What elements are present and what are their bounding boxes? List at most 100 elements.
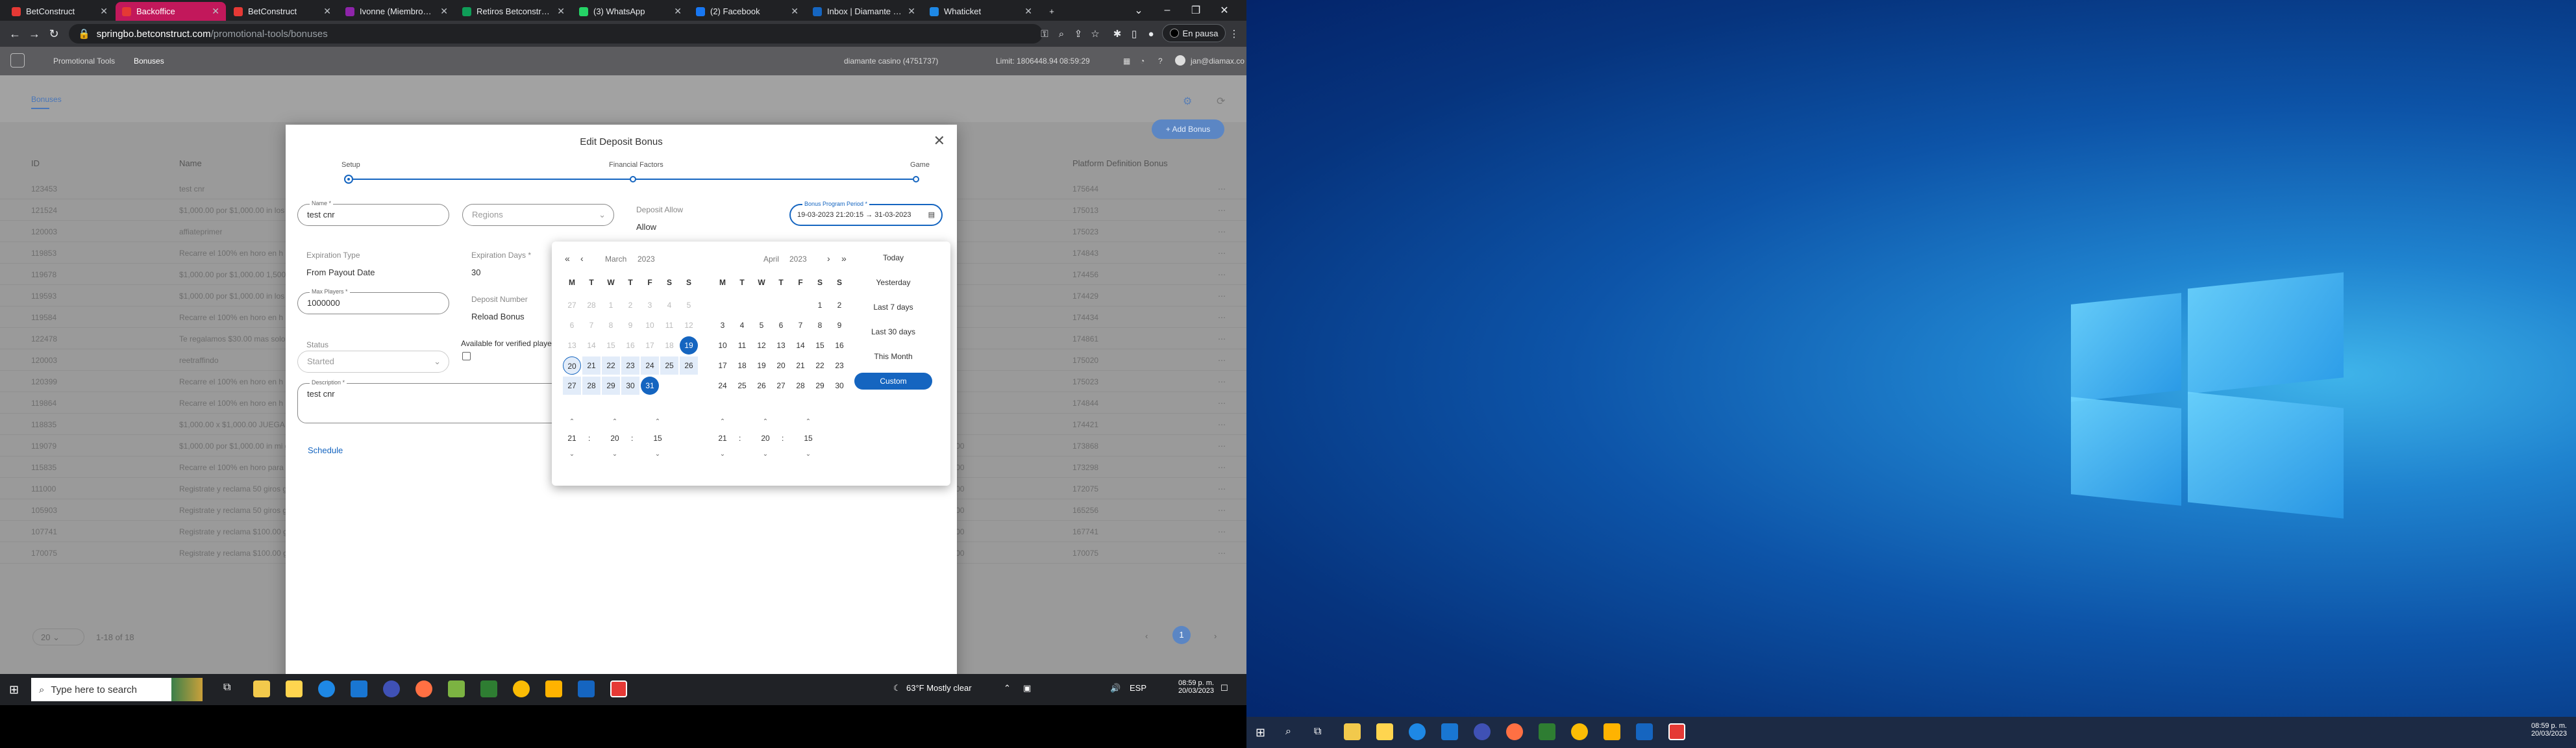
row-actions-icon[interactable]: ⋯ [1218,206,1226,215]
col-name[interactable]: Name [179,158,202,168]
max-players-field[interactable]: Max Players * 1000000 [297,288,449,314]
preset-this-month[interactable]: This Month [854,352,932,361]
edge-icon[interactable] [1409,723,1426,740]
right-clock[interactable]: 08:59 p. m. 20/03/2023 [2512,722,2567,738]
calendar-day[interactable]: 30 [621,377,639,395]
row-actions-icon[interactable]: ⋯ [1218,463,1226,472]
calendar-day[interactable]: 19 [752,356,771,375]
user-email[interactable]: jan@diamax.co [1191,56,1245,66]
col-platform-definition[interactable]: Platform Definition Bonus [1072,158,1168,168]
calendar-day[interactable]: 27 [772,377,790,395]
calendar-day[interactable]: 2 [830,296,848,314]
vscode-icon[interactable] [578,680,595,697]
calendar-day[interactable]: 18 [660,336,678,355]
calendar-day[interactable]: 12 [752,336,771,355]
time-down-icon[interactable]: ⌄ [756,451,775,458]
app-icon-3[interactable] [545,680,562,697]
verified-checkbox[interactable] [462,352,471,360]
chrome-active-icon[interactable] [1668,723,1685,740]
calendar-day[interactable]: 14 [791,336,810,355]
chrome-icon[interactable] [513,680,530,697]
step-dot-financial[interactable] [630,176,636,182]
partner-selector[interactable]: diamante casino (4751737) [844,56,938,66]
url-field[interactable]: 🔒 springbo.betconstruct.com/promotional-… [69,24,1043,44]
calendar-day[interactable]: 2 [621,296,639,314]
deposit-allow-value[interactable]: Allow [636,222,656,232]
store-icon[interactable] [286,680,303,697]
mail-icon[interactable] [351,680,367,697]
calendar-day[interactable]: 29 [811,377,829,395]
share-icon[interactable]: ⇪ [1070,25,1087,42]
calendar-day[interactable]: 10 [713,336,732,355]
calendar-day[interactable]: 1 [602,296,620,314]
step-setup[interactable]: Setup [341,161,360,169]
page-size-select[interactable]: 20 ⌄ [32,629,84,645]
schedule-link[interactable]: Schedule [308,445,343,455]
grid-menu-icon[interactable] [10,53,25,68]
step-dot-game[interactable] [913,176,919,182]
deposit-number-value[interactable]: Reload Bonus [471,312,525,321]
calendar-day[interactable]: 7 [791,316,810,334]
calendar-day[interactable]: 6 [772,316,790,334]
preset-custom[interactable]: Custom [854,373,932,390]
browser-tab[interactable]: BetConstruct ✕ [227,2,338,21]
calendar-day[interactable]: 28 [582,377,601,395]
row-actions-icon[interactable]: ⋯ [1218,506,1226,515]
left-month[interactable]: March [605,255,626,264]
maximize-icon[interactable]: ❐ [1182,0,1210,21]
page-number[interactable]: 1 [1172,626,1191,644]
calendar-day[interactable]: 20 [772,356,790,375]
preset-last-30-days[interactable]: Last 30 days [854,327,932,336]
col-id[interactable]: ID [31,158,40,168]
row-actions-icon[interactable]: ⋯ [1218,420,1226,429]
time-value[interactable]: 20 [756,434,775,443]
time-up-icon[interactable]: ⌃ [605,418,625,425]
browser-tab[interactable]: Whaticket ✕ [923,2,1039,21]
settings-icon[interactable]: ⚙ [1183,95,1192,108]
weather-text[interactable]: 63°F Mostly clear [906,683,972,693]
calendar-day[interactable]: 25 [660,356,678,375]
file-explorer-icon[interactable] [1344,723,1361,740]
time-value[interactable]: 21 [713,434,732,443]
tab-close-icon[interactable]: ✕ [323,6,331,17]
menu-icon[interactable]: ⋮ [1226,25,1243,42]
speaker-icon[interactable]: 🔊 [1110,683,1121,693]
extension-icon[interactable]: ✱ [1109,25,1126,42]
row-actions-icon[interactable]: ⋯ [1218,442,1226,451]
tab-close-icon[interactable]: ✕ [100,6,108,17]
forward-icon[interactable]: → [25,27,44,41]
preset-last-7-days[interactable]: Last 7 days [854,303,932,312]
tab-close-icon[interactable]: ✕ [908,6,915,17]
key-icon[interactable]: ⚿ [1036,25,1053,42]
next-year-icon[interactable]: » [841,253,847,264]
calendar-day[interactable]: 3 [641,296,659,314]
calendar-day[interactable]: 15 [811,336,829,355]
calendar-day[interactable]: 26 [680,356,698,375]
refresh-icon[interactable]: ⟳ [1217,95,1225,108]
tab-close-icon[interactable]: ✕ [1024,6,1032,17]
time-down-icon[interactable]: ⌄ [562,451,582,458]
right-month[interactable]: April [763,255,779,264]
time-down-icon[interactable]: ⌄ [713,451,732,458]
section-tab-bonuses[interactable]: Bonuses [31,95,62,104]
time-value[interactable]: 21 [562,434,582,443]
time-down-icon[interactable]: ⌄ [605,451,625,458]
browser-tab[interactable]: (2) Facebook ✕ [689,2,805,21]
tab-close-icon[interactable]: ✕ [791,6,799,17]
expiration-days-value[interactable]: 30 [471,268,480,277]
time-up-icon[interactable]: ⌃ [756,418,775,425]
calendar-day[interactable]: 8 [602,316,620,334]
calendar-day[interactable]: 24 [641,356,659,375]
firefox-icon[interactable] [415,680,432,697]
row-actions-icon[interactable]: ⋯ [1218,484,1226,493]
star-icon[interactable]: ☆ [1087,25,1104,42]
reload-icon[interactable]: ↻ [44,27,64,41]
excel-icon[interactable] [1539,723,1555,740]
row-actions-icon[interactable]: ⋯ [1218,527,1226,536]
profile-icon[interactable]: ● [1143,25,1159,42]
row-actions-icon[interactable]: ⋯ [1218,270,1226,279]
calendar-day[interactable]: 9 [830,316,848,334]
back-icon[interactable]: ← [5,27,25,41]
row-actions-icon[interactable]: ⋯ [1218,313,1226,322]
row-actions-icon[interactable]: ⋯ [1218,399,1226,408]
